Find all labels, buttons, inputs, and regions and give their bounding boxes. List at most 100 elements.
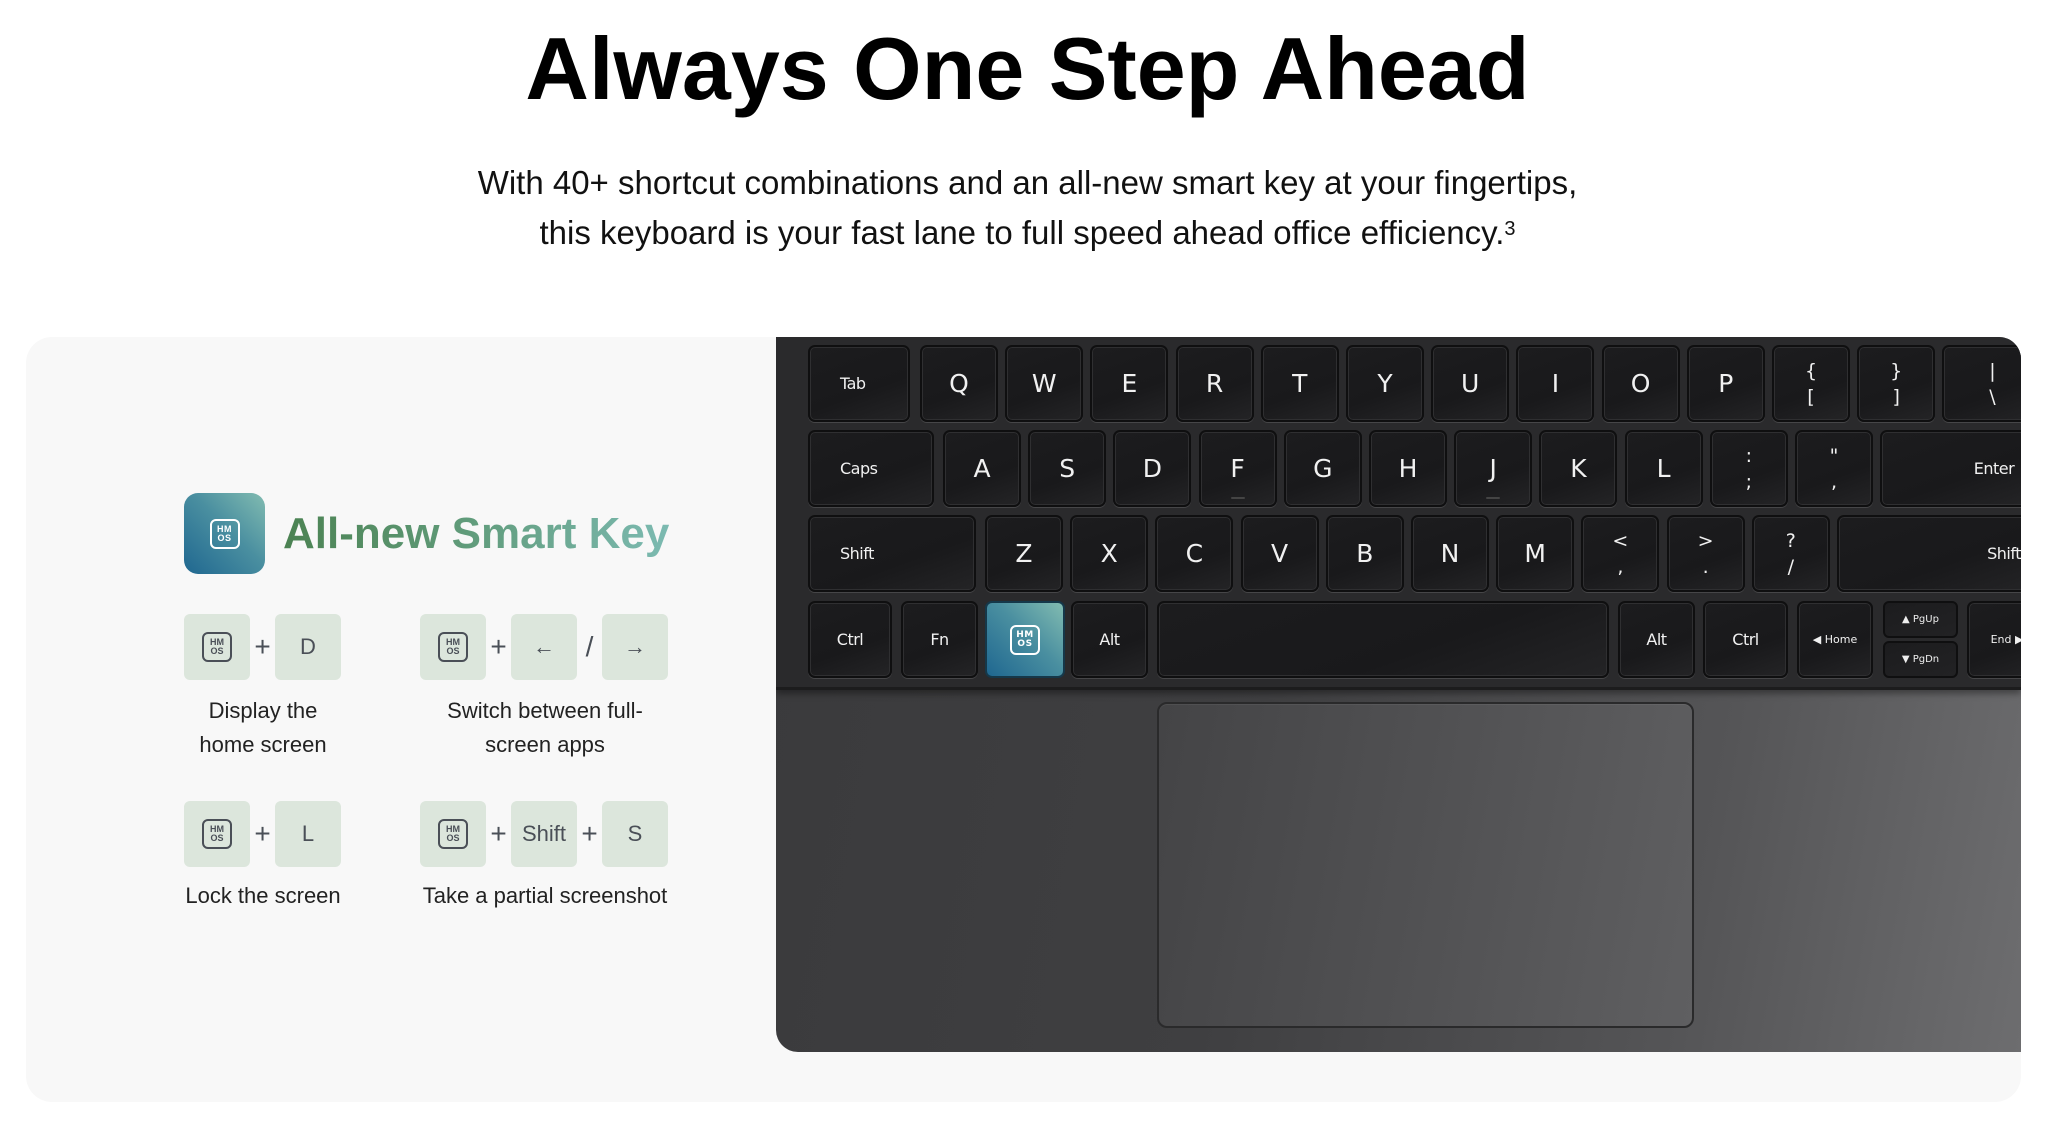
key-f: F bbox=[1198, 430, 1277, 507]
key-combo: HM OS + ← / → bbox=[420, 614, 670, 680]
key-v: V bbox=[1240, 515, 1319, 592]
key-semicolon: :; bbox=[1709, 430, 1788, 507]
description-line-1: Display the bbox=[208, 698, 318, 723]
key-c: C bbox=[1155, 515, 1234, 592]
key-combo: HM OS + Shift + S bbox=[420, 801, 670, 867]
key-a: A bbox=[943, 430, 1021, 507]
key-k: K bbox=[1539, 430, 1618, 507]
smart-keycap: HM OS bbox=[184, 614, 250, 680]
hmos-icon-bottom: OS bbox=[446, 833, 460, 843]
key-left-shift: Shift bbox=[808, 515, 976, 592]
key-fn: Fn bbox=[901, 601, 978, 678]
shift-legend: > bbox=[1697, 529, 1714, 552]
key-pgdn: ▼ PgDn bbox=[1883, 641, 1958, 678]
shift-legend: < bbox=[1612, 529, 1629, 552]
subtitle-line-1: With 40+ shortcut combinations and an al… bbox=[477, 164, 1578, 201]
key-left-alt: Alt bbox=[1071, 601, 1148, 678]
key-period: >. bbox=[1666, 515, 1745, 592]
hmos-icon: HM OS bbox=[1010, 624, 1040, 655]
arrow-right-icon: → bbox=[624, 634, 646, 659]
arrow-left-icon: ← bbox=[533, 634, 555, 659]
plus-separator: + bbox=[254, 818, 271, 849]
smart-keycap: HM OS bbox=[420, 801, 486, 867]
key-y: Y bbox=[1346, 345, 1424, 422]
shift-legend: | bbox=[1989, 359, 1996, 382]
keycap-left-arrow: ← bbox=[511, 614, 577, 680]
smart-key-icon: HM OS bbox=[184, 493, 265, 574]
hmos-icon: HM OS bbox=[209, 518, 240, 549]
hmos-icon-bottom: OS bbox=[210, 833, 224, 843]
shortcut-home-screen: HM OS + D Display the home screen bbox=[184, 614, 342, 762]
hmos-icon-bottom: OS bbox=[446, 646, 460, 656]
key-backslash: | \ bbox=[1942, 345, 2021, 422]
shift-legend: ? bbox=[1785, 529, 1796, 552]
plus-separator: + bbox=[490, 631, 507, 662]
smart-keycap: HM OS bbox=[420, 614, 486, 680]
base-legend: , bbox=[1830, 470, 1838, 493]
key-p: P bbox=[1686, 345, 1765, 422]
shortcut-partial-screenshot: HM OS + Shift + S Take a partial screensh… bbox=[420, 801, 670, 913]
key-r: R bbox=[1175, 345, 1254, 422]
key-space bbox=[1157, 601, 1609, 678]
base-legend: . bbox=[1702, 555, 1709, 578]
subtitle-line-2: this keyboard is your fast lane to full … bbox=[0, 208, 2055, 258]
shortcut-switch-apps: HM OS + ← / → Switch between full- screen… bbox=[420, 614, 670, 762]
key-comma: <, bbox=[1581, 515, 1660, 592]
key-right-shift: Shift bbox=[1837, 515, 2021, 592]
shortcut-lock-screen: HM OS + L Lock the screen bbox=[184, 801, 342, 913]
key-w: W bbox=[1005, 345, 1084, 422]
key-combo: HM OS + D bbox=[184, 614, 342, 680]
description-line-2: screen apps bbox=[485, 732, 605, 757]
base-legend: , bbox=[1617, 555, 1624, 578]
footnote-marker[interactable]: 3 bbox=[1504, 218, 1515, 240]
page-subtitle: With 40+ shortcut combinations and an al… bbox=[0, 158, 2055, 258]
key-u: U bbox=[1431, 345, 1510, 422]
smart-key-title: All-new Smart Key bbox=[283, 508, 670, 558]
base-legend: / bbox=[1787, 555, 1794, 578]
shortcut-description: Lock the screen bbox=[184, 879, 342, 913]
shortcut-description: Display the home screen bbox=[184, 694, 342, 762]
key-x: X bbox=[1070, 515, 1149, 592]
key-combo: HM OS + L bbox=[184, 801, 342, 867]
key-tab: Tab bbox=[808, 345, 910, 422]
key-m: M bbox=[1496, 515, 1575, 592]
key-z: Z bbox=[985, 515, 1063, 592]
slash-separator: / bbox=[585, 631, 594, 662]
key-pgup: ▲ PgUp bbox=[1883, 601, 1958, 638]
base-legend: [ bbox=[1807, 385, 1815, 408]
key-left-bracket: {[ bbox=[1772, 345, 1850, 422]
shortcut-description: Switch between full- screen apps bbox=[420, 694, 670, 762]
plus-separator: + bbox=[490, 818, 507, 849]
description-line-2: home screen bbox=[199, 732, 327, 757]
key-i: I bbox=[1516, 345, 1595, 422]
plus-separator: + bbox=[581, 818, 598, 849]
keycap-s: S bbox=[602, 801, 668, 867]
key-s: S bbox=[1028, 430, 1107, 507]
key-home: ◀ Home bbox=[1797, 601, 1873, 678]
key-slash: ? / bbox=[1751, 515, 1830, 592]
hmos-icon: HM OS bbox=[202, 819, 232, 849]
key-q: Q bbox=[920, 345, 998, 422]
key-caps: Caps bbox=[808, 430, 934, 507]
smart-key-header: HM OS All-new Smart Key bbox=[184, 493, 669, 574]
page-title: Always One Step Ahead bbox=[525, 19, 1530, 118]
keyboard-image: Tab Q W E R T Y U I O P{[}] | \ Caps A S D F G H J K L:; ", Ente… bbox=[776, 337, 2021, 1052]
hmos-icon-bottom: OS bbox=[1017, 638, 1033, 649]
keycap-l: L bbox=[275, 801, 341, 867]
keycap-shift: Shift bbox=[511, 801, 577, 867]
key-left-ctrl: Ctrl bbox=[808, 601, 892, 678]
key-quote: ", bbox=[1795, 430, 1873, 507]
hmos-icon: HM OS bbox=[202, 632, 232, 662]
trackpad bbox=[1157, 702, 1694, 1028]
key-right-bracket: }] bbox=[1857, 345, 1936, 422]
shortcut-description: Take a partial screenshot bbox=[420, 879, 670, 913]
key-t: T bbox=[1260, 345, 1339, 422]
description-line-1: Take a partial screenshot bbox=[422, 883, 668, 908]
keycap-d: D bbox=[275, 614, 341, 680]
description-line-1: Switch between full- bbox=[447, 698, 643, 723]
base-legend: ; bbox=[1745, 470, 1752, 493]
key-d: D bbox=[1113, 430, 1192, 507]
key-e: E bbox=[1090, 345, 1169, 422]
base-legend: ] bbox=[1892, 385, 1900, 408]
key-o: O bbox=[1601, 345, 1680, 422]
